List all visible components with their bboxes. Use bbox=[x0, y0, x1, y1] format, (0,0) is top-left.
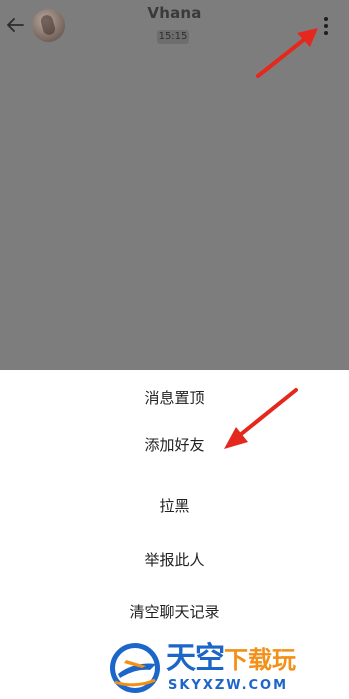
more-vertical-icon bbox=[324, 17, 328, 21]
chat-screen: Vhana 15:15 消息置顶 添加好友 拉黑 举报此人 清空聊天记录 天空下… bbox=[0, 0, 349, 699]
more-vertical-icon-dot bbox=[324, 24, 328, 28]
chat-title: Vhana bbox=[147, 4, 202, 22]
menu-item-add-friend[interactable]: 添加好友 bbox=[0, 423, 349, 467]
menu-item-report[interactable]: 举报此人 bbox=[0, 538, 349, 582]
watermark-title-accent: 下载玩 bbox=[224, 646, 296, 674]
dim-overlay[interactable] bbox=[0, 0, 349, 370]
time-badge: 15:15 bbox=[157, 30, 189, 44]
more-vertical-icon-dot bbox=[324, 31, 328, 35]
watermark-logo-icon bbox=[110, 643, 160, 693]
more-button[interactable] bbox=[317, 14, 335, 38]
menu-item-pin-message[interactable]: 消息置顶 bbox=[0, 376, 349, 420]
watermark: 天空下载玩 SKYXZW.COM bbox=[100, 640, 340, 696]
menu-item-clear-history[interactable]: 清空聊天记录 bbox=[0, 590, 349, 634]
watermark-title: 天空下载玩 bbox=[166, 642, 296, 676]
menu-item-block[interactable]: 拉黑 bbox=[0, 484, 349, 528]
watermark-title-main: 天空 bbox=[166, 641, 225, 676]
watermark-subtitle: SKYXZW.COM bbox=[168, 678, 289, 693]
